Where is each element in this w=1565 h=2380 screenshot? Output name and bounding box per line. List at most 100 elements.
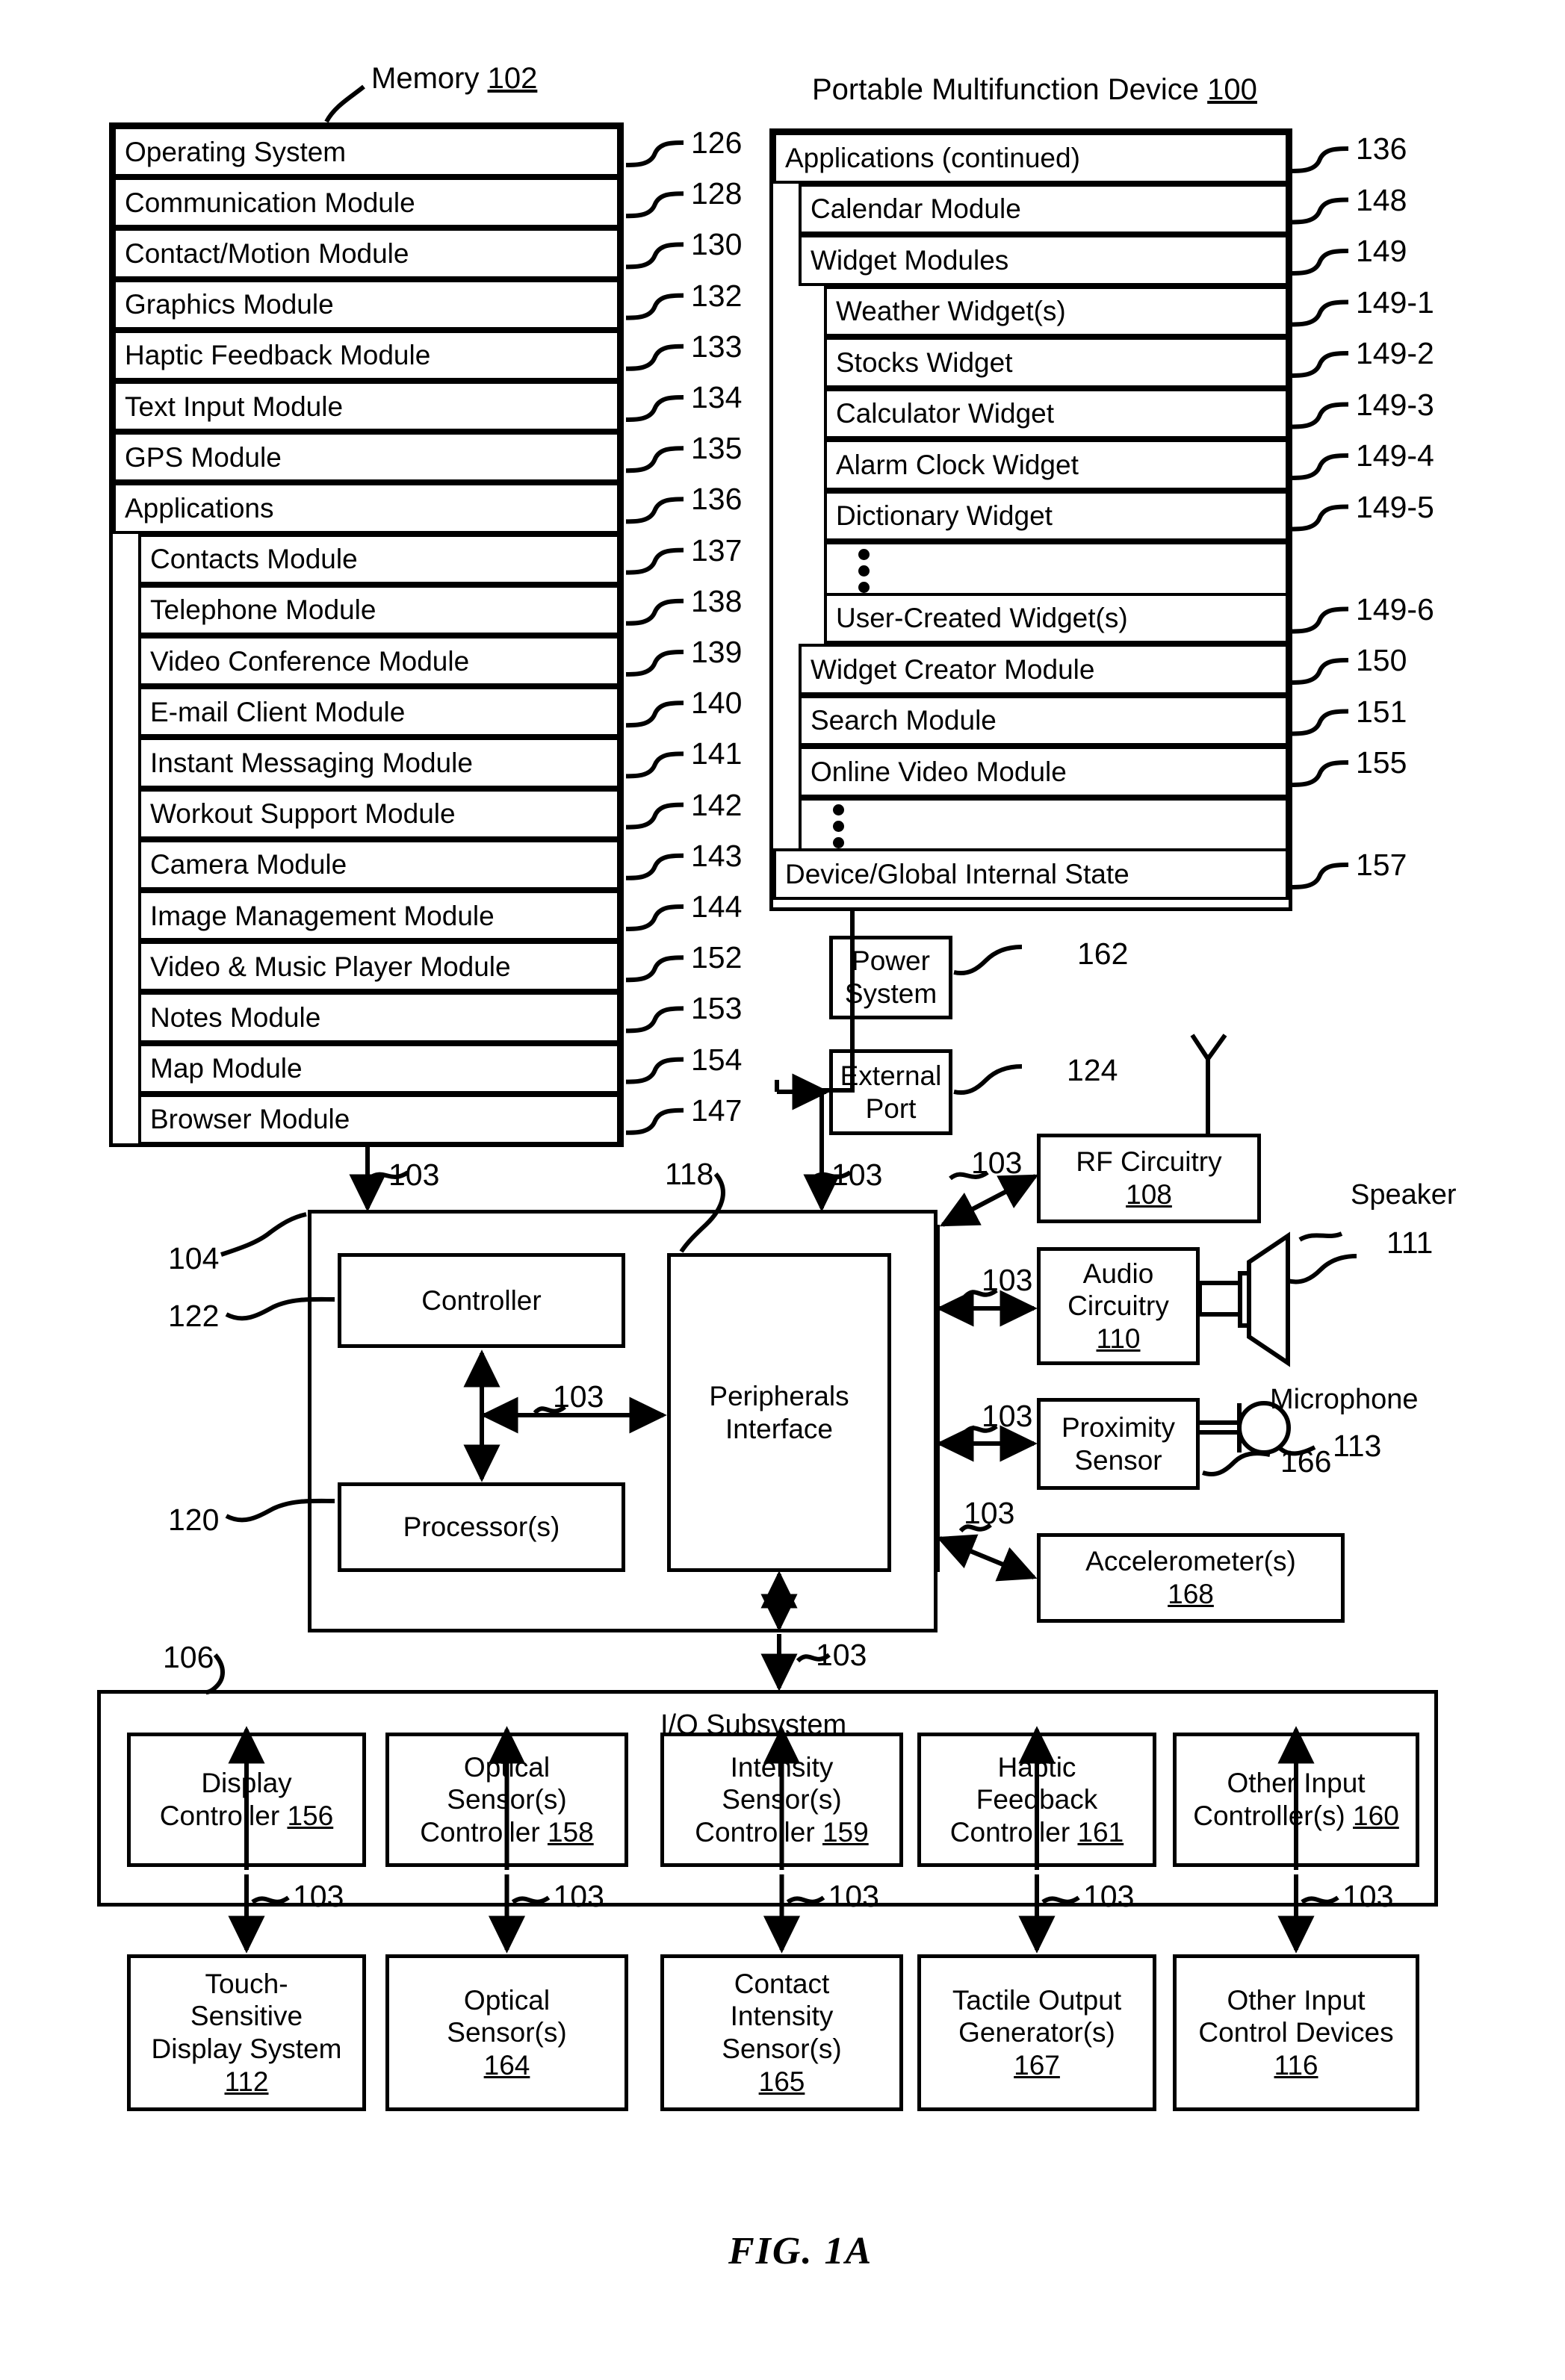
proximity-sensor-line2: Sensor xyxy=(1074,1444,1162,1476)
memory-row: Graphics Module xyxy=(113,279,620,330)
applications-row-ellipsis xyxy=(799,797,1289,856)
memory-row-ref: 133 xyxy=(691,329,743,364)
patent-figure-page: Memory 102 Portable Multifunction Device… xyxy=(0,0,1565,2380)
memory-row: Camera Module xyxy=(138,839,620,890)
proximity-sensor-line1: Proximity xyxy=(1061,1411,1176,1443)
applications-row-ref: 149-5 xyxy=(1356,489,1434,524)
bus-label-103: 103 xyxy=(828,1879,879,1913)
peripherals-line1: Peripherals xyxy=(709,1380,849,1411)
io-controller-line: Controller xyxy=(420,1816,540,1848)
figure-caption: FIG. 1A xyxy=(728,2230,873,2272)
memory-row-label: Communication Module xyxy=(125,187,415,218)
memory-row-ref: 147 xyxy=(691,1093,743,1128)
memory-row-ref: 153 xyxy=(691,991,743,1026)
memory-title-text: Memory xyxy=(371,62,480,95)
io-device-line: Control Devices xyxy=(1198,2017,1394,2048)
applications-row: Applications (continued) xyxy=(773,132,1289,184)
io-device-line: Contact xyxy=(734,1968,830,1999)
io-controller-num: 161 xyxy=(1077,1816,1124,1848)
applications-row: Device/Global Internal State xyxy=(773,848,1289,900)
io-controller-box: Optical Sensor(s) Controller 158 xyxy=(385,1733,628,1867)
applications-row-label: Dictionary Widget xyxy=(836,500,1053,532)
applications-row-ref: 149 xyxy=(1356,234,1407,268)
memory-row: Browser Module xyxy=(138,1093,620,1145)
io-controller-line: Optical xyxy=(463,1751,551,1783)
proximity-sensor-box: Proximity Sensor xyxy=(1037,1398,1200,1490)
io-device-line: Display System xyxy=(151,2033,342,2064)
memory-title-ref: 102 xyxy=(487,62,538,95)
applications-row-label: Device/Global Internal State xyxy=(785,858,1129,889)
memory-row-ref: 132 xyxy=(691,278,743,313)
io-device-line: Generator(s) xyxy=(958,2017,1115,2048)
memory-row: Text Input Module xyxy=(113,381,620,432)
io-controller-num: 159 xyxy=(822,1816,869,1848)
controller-label: Controller xyxy=(421,1284,542,1316)
memory-row: Operating System xyxy=(113,126,620,178)
io-controller-line: Controller xyxy=(949,1816,1070,1848)
applications-row-ref: 149-2 xyxy=(1356,336,1434,370)
power-system-box: Power System xyxy=(829,936,952,1019)
memory-row-label: Camera Module xyxy=(150,849,347,880)
memory-row: Notes Module xyxy=(138,992,620,1043)
io-device-line: Touch- xyxy=(205,1968,288,1999)
vertical-ellipsis-icon xyxy=(858,548,870,593)
memory-row-label: Applications xyxy=(125,492,274,523)
power-system-line1: Power xyxy=(852,945,930,977)
applications-row-ref: 149-6 xyxy=(1356,591,1434,627)
memory-row-label: Browser Module xyxy=(150,1104,350,1135)
io-controller-last-line: Controller(s) 160 xyxy=(1193,1800,1399,1833)
memory-row-ref: 137 xyxy=(691,532,743,568)
device-title-ref: 100 xyxy=(1207,73,1257,106)
io-device-line: Tactile Output xyxy=(952,1984,1122,2016)
applications-row-label: Online Video Module xyxy=(811,756,1067,787)
io-device-num: 165 xyxy=(758,2066,805,2097)
audio-circuitry-num: 110 xyxy=(1096,1323,1141,1354)
io-controller-box: Intensity Sensor(s) Controller 159 xyxy=(660,1733,903,1867)
external-port-line2: Port xyxy=(865,1093,917,1124)
io-controller-num: 160 xyxy=(1353,1800,1399,1831)
controller-box: Controller xyxy=(338,1253,625,1348)
io-device-box: Touch- Sensitive Display System 112 xyxy=(127,1954,366,2111)
memory-row-ref: 126 xyxy=(691,125,743,160)
applications-row-label: Widget Creator Module xyxy=(811,653,1095,685)
memory-row: Image Management Module xyxy=(138,890,620,942)
ref-122: 122 xyxy=(168,1299,220,1333)
applications-row-ellipsis xyxy=(824,541,1289,600)
memory-row-label: Haptic Feedback Module xyxy=(125,340,431,371)
applications-row-label: Search Module xyxy=(811,705,997,736)
external-port-line1: External xyxy=(840,1060,942,1091)
memory-row-label: GPS Module xyxy=(125,441,282,473)
io-controller-line: Sensor(s) xyxy=(447,1784,567,1815)
io-controller-num: 158 xyxy=(547,1816,594,1848)
microphone-label: Microphone xyxy=(1270,1384,1419,1415)
bus-label-103: 103 xyxy=(553,1379,604,1414)
memory-row: GPS Module xyxy=(113,432,620,483)
memory-row-ref: 130 xyxy=(691,227,743,262)
applications-row-ref: 150 xyxy=(1356,643,1407,677)
memory-row-ref: 142 xyxy=(691,787,743,822)
memory-row-ref: 138 xyxy=(691,583,743,618)
memory-title: Memory 102 xyxy=(371,63,537,93)
ref-113: 113 xyxy=(1333,1429,1382,1463)
io-device-box: Tactile Output Generator(s) 167 xyxy=(917,1954,1156,2111)
bus-label-103: 103 xyxy=(553,1879,604,1913)
ref-166: 166 xyxy=(1280,1444,1332,1479)
memory-row-ref: 135 xyxy=(691,431,743,466)
applications-row-ref: 136 xyxy=(1356,131,1407,166)
memory-row-label: Operating System xyxy=(125,136,347,167)
io-controller-line: Controller xyxy=(695,1816,815,1848)
io-controller-line: Controller xyxy=(159,1800,280,1831)
io-device-num: 116 xyxy=(1274,2049,1318,2081)
memory-row-label: Notes Module xyxy=(150,1001,321,1033)
applications-row: User-Created Widget(s) xyxy=(824,592,1289,644)
io-controller-line: Controller(s) xyxy=(1193,1800,1345,1831)
io-controller-box: Display Controller 156 xyxy=(127,1733,366,1867)
vertical-ellipsis-icon xyxy=(833,804,844,849)
applications-row-ref: 149-1 xyxy=(1356,285,1434,320)
bus-label-103: 103 xyxy=(388,1158,440,1192)
rf-circuitry-label: RF Circuitry xyxy=(1076,1146,1222,1178)
io-device-line: Optical xyxy=(463,1984,551,2016)
applications-row: Search Module xyxy=(799,695,1289,746)
memory-row-label: Contact/Motion Module xyxy=(125,237,409,269)
bus-label-103: 103 xyxy=(1083,1879,1135,1913)
